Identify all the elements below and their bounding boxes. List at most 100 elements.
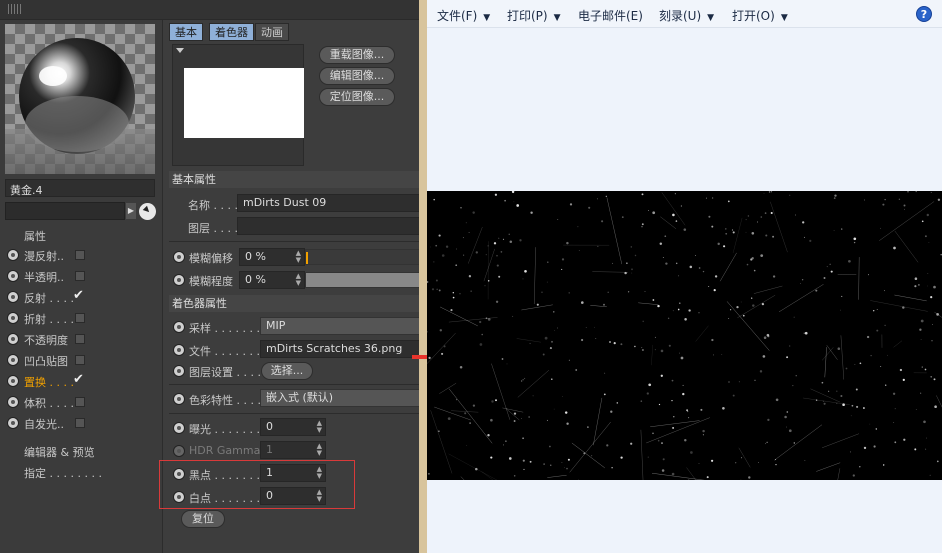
sampling-radio[interactable] — [173, 321, 185, 333]
pick-cursor-icon[interactable] — [139, 203, 156, 220]
channel-radio[interactable] — [7, 396, 19, 408]
channel-radio[interactable] — [7, 270, 19, 282]
dust-speck — [836, 390, 838, 392]
channel-radio[interactable] — [7, 291, 19, 303]
dust-speck — [923, 420, 926, 424]
sampling-dropdown[interactable]: MIP — [260, 317, 420, 335]
layer-setup-radio[interactable] — [173, 365, 185, 377]
name-field[interactable]: mDirts Dust 09 — [237, 194, 420, 212]
dust-speck — [521, 418, 522, 419]
color-profile-radio[interactable] — [173, 393, 185, 405]
material-search-field[interactable] — [5, 202, 125, 220]
layer-field[interactable] — [237, 217, 420, 235]
menu-item[interactable]: 打印(P) ▼ — [507, 7, 561, 24]
reset-button[interactable]: 复位 — [181, 510, 225, 528]
material-preview-sphere[interactable] — [5, 24, 155, 174]
dust-speck — [566, 241, 569, 245]
slider-handle[interactable] — [306, 252, 308, 264]
dust-speck — [789, 194, 791, 196]
spinner-icon[interactable]: ▲ ▼ — [296, 273, 301, 287]
menu-item[interactable]: 打开(O) ▼ — [732, 7, 788, 24]
highlight-annotation-box — [159, 460, 355, 509]
channel-checkbox[interactable] — [75, 313, 85, 323]
dust-speck — [468, 275, 472, 278]
scratch-line — [448, 388, 493, 444]
dust-speck — [616, 402, 619, 404]
channel-item[interactable]: 半透明.. — [7, 269, 157, 285]
tab-basic[interactable]: 基本 — [169, 23, 203, 41]
menu-item[interactable]: 文件(F) ▼ — [437, 7, 490, 24]
channel-checkbox[interactable] — [75, 250, 85, 260]
search-arrow-icon[interactable]: ▶ — [126, 203, 136, 219]
edit-image-button[interactable]: 编辑图像... — [319, 67, 395, 85]
assign-item[interactable]: 指定 . . . . . . . . — [24, 465, 102, 481]
channel-item[interactable]: 反射 . . . . ✔ — [7, 288, 157, 306]
channel-radio[interactable] — [7, 417, 19, 429]
spinner-icon[interactable]: ▲ ▼ — [296, 250, 301, 264]
shader-props-header[interactable]: 着色器属性 — [169, 295, 420, 312]
blur-strength-slider[interactable] — [305, 272, 420, 288]
menu-item[interactable]: 电子邮件(E) — [578, 7, 643, 24]
channel-item[interactable]: 凹凸贴图 — [7, 353, 157, 369]
hdr-gamma-value: 1 — [266, 443, 273, 456]
scratch-line — [726, 301, 770, 351]
dust-speck — [470, 290, 472, 292]
color-profile-dropdown[interactable]: 嵌入式 (默认) — [260, 389, 420, 407]
file-radio[interactable] — [173, 344, 185, 356]
scratch-line — [934, 311, 942, 318]
channel-item[interactable]: 漫反射.. — [7, 248, 157, 264]
exposure-radio[interactable] — [173, 422, 185, 434]
locate-image-button[interactable]: 定位图像... — [319, 88, 395, 106]
channel-checkbox[interactable] — [75, 355, 85, 365]
channel-item[interactable]: 不透明度 — [7, 332, 157, 348]
channel-radio[interactable] — [7, 375, 19, 387]
channel-radio[interactable] — [7, 249, 19, 261]
dust-speck — [671, 379, 674, 382]
tab-animation[interactable]: 动画 — [255, 23, 289, 41]
channel-item[interactable]: 自发光.. — [7, 416, 157, 432]
dust-speck — [611, 262, 614, 264]
material-name-field[interactable]: 黄金.4 — [5, 179, 155, 197]
dust-speck — [894, 408, 896, 410]
dust-speck — [931, 324, 933, 325]
exposure-field[interactable]: 0 ▲ ▼ — [260, 418, 326, 436]
channel-item[interactable]: 体积 . . . . — [7, 395, 157, 411]
blur-offset-slider[interactable] — [305, 249, 420, 265]
dust-speck — [568, 359, 570, 361]
blur-strength-field[interactable]: 0 % ▲ ▼ — [239, 271, 305, 289]
help-icon[interactable]: ? — [916, 6, 932, 22]
channel-item[interactable]: 折射 . . . . — [7, 311, 157, 327]
panel-grip[interactable] — [0, 0, 420, 20]
spinner-icon[interactable]: ▲ ▼ — [317, 420, 322, 434]
checkmark-icon[interactable]: ✔ — [73, 372, 84, 387]
channel-radio[interactable] — [7, 333, 19, 345]
tab-shader[interactable]: 着色器 — [209, 23, 254, 41]
file-field[interactable]: mDirts Scratches 36.png — [260, 340, 420, 358]
dust-speck — [903, 208, 905, 210]
channel-item[interactable]: 置换 . . . . ✔ — [7, 372, 157, 390]
dust-speck — [745, 231, 747, 233]
channel-checkbox[interactable] — [75, 397, 85, 407]
menu-item[interactable]: 刻录(U) ▼ — [659, 7, 714, 24]
collapse-triangle-icon[interactable] — [176, 48, 184, 53]
dust-speck — [660, 374, 663, 377]
menu-label: 打印(P) — [507, 9, 548, 23]
blur-offset-radio[interactable] — [173, 251, 185, 263]
dust-speck — [603, 303, 605, 306]
checkmark-icon[interactable]: ✔ — [73, 288, 84, 303]
layer-select-button[interactable]: 选择... — [261, 362, 313, 380]
channel-checkbox[interactable] — [75, 271, 85, 281]
blur-strength-radio[interactable] — [173, 274, 185, 286]
channel-checkbox[interactable] — [75, 418, 85, 428]
channel-radio[interactable] — [7, 354, 19, 366]
channel-checkbox[interactable] — [75, 334, 85, 344]
basic-props-header[interactable]: 基本属性 — [169, 171, 420, 188]
channel-column: 黄金.4 ▶ 属性 漫反射.. 半透明.. 反射 . . . . ✔ 折射 . . . … — [0, 20, 163, 553]
reload-image-button[interactable]: 重载图像... — [319, 46, 395, 64]
dust-speck — [644, 291, 646, 292]
panel-divider[interactable] — [419, 0, 427, 553]
channel-radio[interactable] — [7, 312, 19, 324]
blur-offset-field[interactable]: 0 % ▲ ▼ — [239, 248, 305, 266]
dust-speck — [496, 254, 498, 257]
editor-preview-item[interactable]: 编辑器 & 预览 — [24, 444, 95, 460]
